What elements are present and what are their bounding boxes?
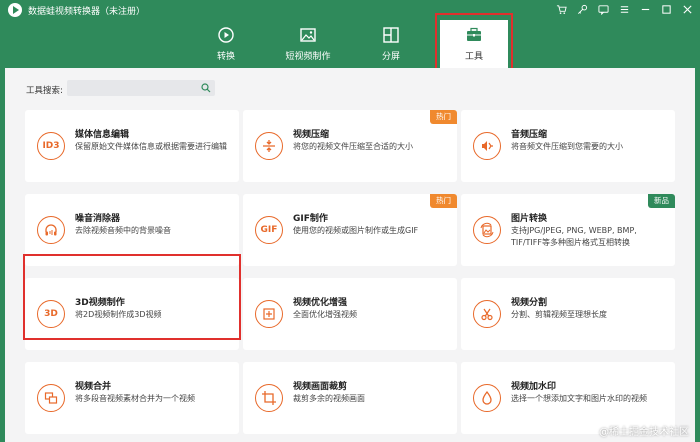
card-title: 图片转换 — [511, 214, 548, 224]
image-icon — [300, 28, 316, 42]
tab-label: 转换 — [216, 52, 235, 62]
highlight-box — [435, 13, 513, 71]
card-desc: 裁剪多余的视频画面 — [293, 394, 365, 403]
title-bar: 数据蛙视频转换器（未注册） — [0, 0, 700, 20]
main-tabs: 转换 短视频制作 分屏 工具 — [0, 20, 700, 68]
card-desc: 选择一个想添加文字和图片水印的视频 — [511, 394, 647, 403]
card-title: 音频压缩 — [511, 130, 548, 140]
menu-icon[interactable] — [617, 2, 631, 16]
tool-card-video-merge[interactable]: 视频合并 将多段音视频素材合并为一个视频 — [25, 362, 239, 434]
card-desc: 全面优化增强视频 — [293, 310, 357, 319]
card-desc: 使用您的视频或图片制作或生成GIF — [293, 226, 419, 235]
tool-card-image-convert[interactable]: 图片转换 支持JPG/JPEG, PNG, WEBP, BMP, TIF/TIF… — [461, 194, 675, 266]
card-desc: 支持JPG/JPEG, PNG, WEBP, BMP, TIF/TIFF等多种图… — [511, 226, 637, 247]
tab-label: 分屏 — [381, 52, 400, 62]
tool-card-video-split[interactable]: 视频分割 分割、剪辑视频至理想长度 — [461, 278, 675, 350]
tool-card-video-crop[interactable]: 视频画面裁剪 裁剪多余的视频画面 — [243, 362, 457, 434]
tab-short-video[interactable]: 短视频制作 — [272, 20, 344, 68]
tab-convert[interactable]: 转换 — [195, 20, 257, 68]
card-desc: 将多段音视频素材合并为一个视频 — [75, 394, 195, 403]
card-title: 视频分割 — [511, 298, 548, 308]
card-title: 视频画面裁剪 — [293, 382, 348, 392]
scissors-icon — [473, 300, 501, 328]
gif-icon: GIF — [255, 216, 283, 244]
new-badge: 新品 — [648, 194, 675, 208]
cart-icon[interactable] — [554, 2, 568, 16]
tool-card-video-compress[interactable]: 视频压缩 将您的视频文件压缩至合适的大小 热门 — [243, 110, 457, 182]
watermark-icon — [473, 384, 501, 412]
enhance-icon — [255, 300, 283, 328]
app-title: 数据蛙视频转换器（未注册） — [28, 7, 146, 17]
tool-card-audio-compress[interactable]: 音频压缩 将音频文件压缩到您需要的大小 — [461, 110, 675, 182]
card-title: GIF制作 — [293, 214, 328, 224]
card-desc: 保留原始文件媒体信息或根据需要进行编辑 — [75, 142, 227, 151]
card-title: 媒体信息编辑 — [75, 130, 130, 140]
site-watermark: @稀土掘金技术社区 — [599, 427, 689, 438]
card-desc: 去除视频音频中的背景噪音 — [75, 226, 171, 235]
window-controls — [554, 2, 694, 16]
convert-icon — [218, 27, 234, 43]
tool-card-media-info[interactable]: ID3 媒体信息编辑 保留原始文件媒体信息或根据需要进行编辑 — [25, 110, 239, 182]
compress-icon — [255, 132, 283, 160]
card-title: 视频加水印 — [511, 382, 557, 392]
tool-card-video-enhance[interactable]: 视频优化增强 全面优化增强视频 — [243, 278, 457, 350]
app-logo-icon — [8, 3, 22, 17]
minimize-icon[interactable] — [638, 2, 652, 16]
maximize-icon[interactable] — [659, 2, 673, 16]
hot-badge: 热门 — [430, 110, 457, 124]
search-label: 工具搜索: — [26, 86, 63, 96]
card-desc: 分割、剪辑视频至理想长度 — [511, 310, 607, 319]
card-title: 视频优化增强 — [293, 298, 348, 308]
audio-compress-icon — [473, 132, 501, 160]
image-convert-icon — [473, 216, 501, 244]
id3-icon: ID3 — [37, 132, 65, 160]
highlight-box — [23, 254, 241, 340]
search-input[interactable] — [67, 80, 197, 96]
tab-label: 短视频制作 — [285, 52, 331, 62]
key-icon[interactable] — [575, 2, 589, 16]
split-screen-icon — [383, 27, 399, 43]
card-desc: 将音频文件压缩到您需要的大小 — [511, 142, 623, 151]
card-title: 噪音消除器 — [75, 214, 121, 224]
search-icon[interactable] — [201, 83, 211, 93]
hot-badge: 热门 — [430, 194, 457, 208]
merge-icon — [37, 384, 65, 412]
tab-split-screen[interactable]: 分屏 — [360, 20, 422, 68]
card-title: 视频压缩 — [293, 130, 330, 140]
tools-panel: 工具搜索: ID3 媒体信息编辑 保留原始文件媒体信息或根据需要进行编辑 视频压… — [5, 68, 695, 442]
feedback-icon[interactable] — [596, 2, 610, 16]
card-desc: 将您的视频文件压缩至合适的大小 — [293, 142, 413, 151]
tool-card-gif-maker[interactable]: GIF GIF制作 使用您的视频或图片制作或生成GIF 热门 — [243, 194, 457, 266]
noise-remover-icon — [37, 216, 65, 244]
card-title: 视频合并 — [75, 382, 112, 392]
search-box — [67, 80, 215, 96]
close-icon[interactable] — [680, 2, 694, 16]
crop-icon — [255, 384, 283, 412]
